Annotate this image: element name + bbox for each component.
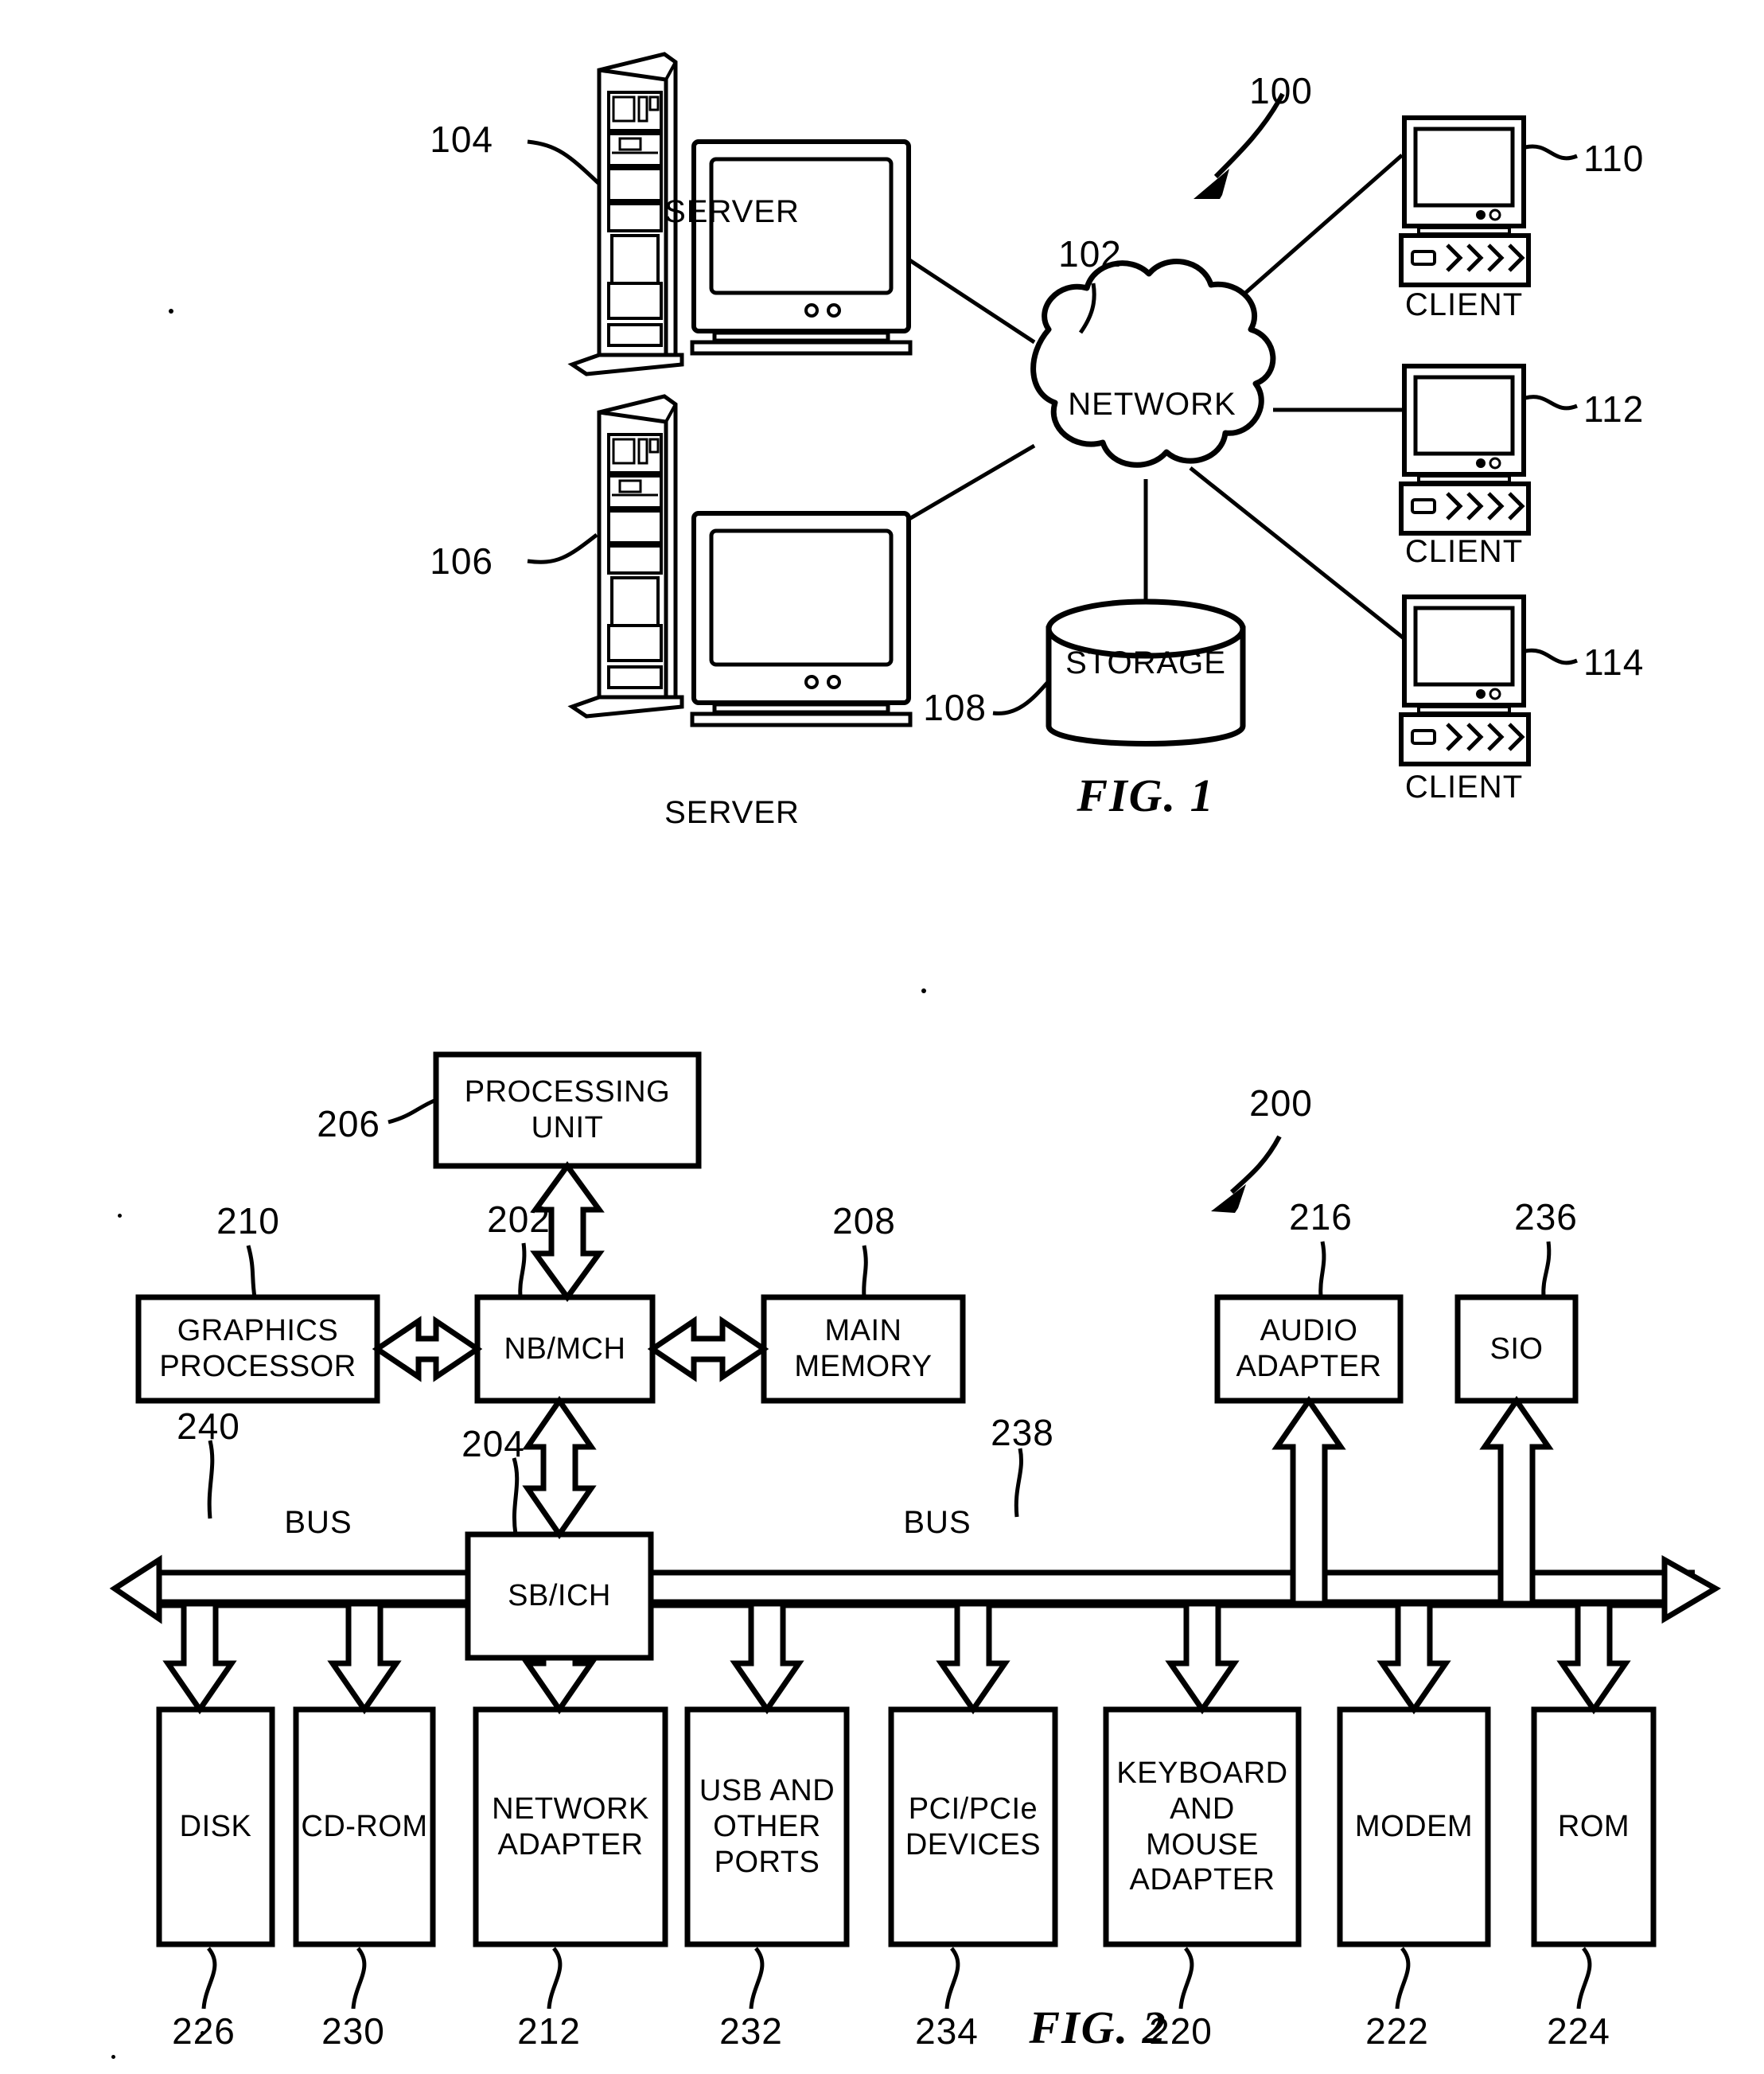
system-200-arrowhead	[1211, 1184, 1246, 1213]
label-bus-left: BUS	[284, 1505, 352, 1540]
ref-232: 232	[719, 2010, 783, 2052]
arrow-sbich-network-adapter	[522, 1655, 597, 1715]
ref-222: 222	[1365, 2010, 1429, 2052]
client-112-icon	[1401, 366, 1528, 533]
ref-102: 102	[1058, 233, 1122, 275]
label-bus-right: BUS	[903, 1505, 972, 1540]
arrow-bus-rom	[1556, 1600, 1631, 1715]
ref-112-leader	[1525, 395, 1578, 411]
bus-left-arrowhead	[109, 1554, 162, 1624]
arrow-bus-cdrom	[327, 1600, 402, 1715]
server-106-label: SERVER	[664, 795, 800, 830]
label-network-adapter: NETWORK ADAPTER	[492, 1791, 649, 1862]
ref-106: 106	[430, 540, 493, 582]
bus-lines	[159, 1569, 1695, 1608]
fig-2-caption: FIG. 2	[1029, 2002, 1167, 2053]
scan-speck-4	[201, 2031, 204, 2035]
arrow-bus-modem	[1377, 1600, 1451, 1715]
client-114-icon	[1401, 597, 1528, 764]
arrow-gpu-nbmch	[372, 1316, 483, 1382]
label-cdrom: CD-ROM	[301, 1810, 428, 1844]
scan-speck-1	[169, 309, 173, 314]
ref-212: 212	[517, 2010, 581, 2052]
fig-1-caption: FIG. 1	[1077, 770, 1215, 821]
ref-202: 202	[487, 1199, 551, 1240]
ref-224: 224	[1547, 2010, 1610, 2052]
ref-104-leader	[527, 139, 600, 185]
ref-106-leader	[527, 533, 598, 564]
arrow-bus-usb	[730, 1600, 804, 1715]
arrow-bus-keyboard	[1165, 1600, 1240, 1715]
ref-240: 240	[177, 1405, 240, 1447]
arrow-nbmch-sbich	[522, 1395, 597, 1540]
ref-216: 216	[1289, 1196, 1353, 1238]
client-112-label: CLIENT	[1404, 534, 1524, 569]
server-104-monitor-icon	[692, 142, 910, 353]
label-keyboard-mouse-adapter: KEYBOARD AND MOUSE ADAPTER	[1116, 1756, 1288, 1897]
label-sb-ich: SB/ICH	[508, 1579, 611, 1613]
label-sio: SIO	[1489, 1331, 1544, 1366]
bus-right-arrowhead	[1661, 1555, 1721, 1624]
ref-210: 210	[216, 1200, 280, 1242]
ref-236: 236	[1514, 1196, 1578, 1238]
label-disk: DISK	[179, 1810, 252, 1844]
client-110-icon	[1401, 118, 1528, 285]
ref-200: 200	[1249, 1082, 1313, 1124]
client-114-label: CLIENT	[1404, 770, 1524, 805]
network-cloud-icon	[1030, 259, 1276, 468]
label-rom: ROM	[1557, 1810, 1630, 1844]
label-processing-unit: PROCESSING UNIT	[464, 1075, 671, 1144]
label-audio-adapter: AUDIO ADAPTER	[1236, 1314, 1382, 1383]
label-graphics-processor: GRAPHICS PROCESSOR	[159, 1314, 356, 1383]
ref-108: 108	[923, 687, 987, 728]
label-usb-ports: USB AND OTHER PORTS	[699, 1774, 835, 1879]
server-104-label: SERVER	[664, 194, 800, 229]
ref-110-leader	[1525, 144, 1578, 161]
client-110-label: CLIENT	[1404, 287, 1524, 322]
ref-110: 110	[1583, 138, 1645, 179]
ref-104: 104	[430, 118, 493, 160]
storage-label: STORAGE	[1065, 645, 1226, 680]
label-modem: MODEM	[1354, 1810, 1474, 1844]
server-106-monitor-icon	[692, 513, 910, 725]
ref-230: 230	[321, 2010, 385, 2052]
scan-speck-2	[118, 1214, 122, 1218]
server-106-tower-icon	[572, 396, 682, 716]
ref-108-leader	[992, 680, 1050, 715]
ref-238: 238	[991, 1412, 1054, 1453]
ref-114-leader	[1525, 648, 1578, 665]
ref-234: 234	[915, 2010, 979, 2052]
label-pci-devices: PCI/PCIe DEVICES	[905, 1791, 1042, 1862]
system-200-leader	[1229, 1135, 1282, 1195]
label-nb-mch: NB/MCH	[504, 1331, 626, 1366]
scan-speck-3	[921, 988, 926, 993]
arrow-bus-pci	[936, 1600, 1011, 1715]
scan-speck-5	[111, 2055, 115, 2059]
arrow-nbmch-memory	[647, 1316, 769, 1382]
ref-204: 204	[461, 1423, 525, 1464]
arrow-bus-disk	[162, 1600, 237, 1715]
ref-100: 100	[1249, 70, 1313, 111]
ref-206: 206	[317, 1103, 380, 1144]
label-main-memory: MAIN MEMORY	[794, 1314, 933, 1383]
patent-drawing-sheet: 104 SERVER 106 SERVER 102 NETWORK 108 ST…	[0, 0, 1764, 2074]
system-100-arrowhead	[1194, 169, 1229, 199]
ref-114: 114	[1583, 641, 1645, 683]
network-label: NETWORK	[1068, 387, 1236, 422]
ref-112: 112	[1583, 388, 1645, 430]
ref-208: 208	[832, 1200, 896, 1242]
